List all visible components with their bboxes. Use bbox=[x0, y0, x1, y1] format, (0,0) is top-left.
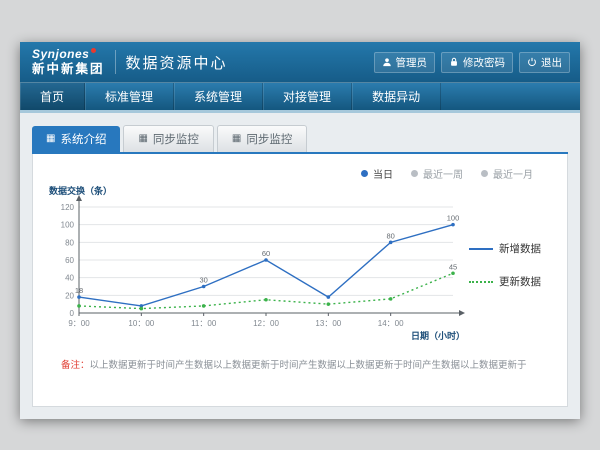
logout-label: 退出 bbox=[541, 55, 562, 70]
svg-text:10：00: 10：00 bbox=[128, 319, 154, 328]
nav-item-data-change[interactable]: 数据异动 bbox=[352, 83, 441, 110]
power-icon bbox=[527, 57, 537, 67]
svg-text:9：00: 9：00 bbox=[68, 319, 90, 328]
tab-sync-monitor-1[interactable]: ▦ 同步监控 bbox=[123, 125, 213, 152]
legend-line-sample bbox=[469, 248, 493, 250]
grid-icon: ▦ bbox=[46, 134, 55, 144]
app-window: Synjones 新中新集团 数据资源中心 管理员 修改密码 退出 首页 标准管… bbox=[20, 42, 580, 418]
logo-text-en: Synjones bbox=[32, 47, 89, 61]
brand-logo: Synjones 新中新集团 bbox=[30, 48, 105, 76]
svg-text:13：00: 13：00 bbox=[315, 319, 341, 328]
top-header: Synjones 新中新集团 数据资源中心 管理员 修改密码 退出 bbox=[20, 42, 580, 82]
svg-text:14：00: 14：00 bbox=[378, 319, 404, 328]
legend-updated-data[interactable]: 更新数据 bbox=[469, 274, 541, 289]
user-actions: 管理员 修改密码 退出 bbox=[374, 52, 571, 73]
legend-line-sample bbox=[469, 281, 493, 283]
svg-text:20: 20 bbox=[65, 291, 74, 300]
footnote-label: 备注： bbox=[61, 360, 90, 371]
change-password-button[interactable]: 修改密码 bbox=[441, 52, 513, 73]
nav-item-docking-mgmt[interactable]: 对接管理 bbox=[263, 83, 352, 110]
filter-dot bbox=[361, 170, 368, 177]
lock-icon bbox=[449, 57, 459, 67]
chart-row: 0 20 40 60 80 100 120 9：00 10：00 11：00 12：00 13：00 1… bbox=[47, 183, 553, 343]
filter-today[interactable]: 当日 bbox=[361, 166, 393, 181]
grid-icon: ▦ bbox=[232, 134, 241, 144]
filter-dot bbox=[481, 170, 488, 177]
filter-dot bbox=[411, 170, 418, 177]
nav-item-standard-mgmt[interactable]: 标准管理 bbox=[85, 83, 174, 110]
footnote: 备注：以上数据更新于时间产生数据以上数据更新于时间产生数据以上数据更新于时间产生… bbox=[47, 359, 553, 373]
svg-text:120: 120 bbox=[61, 203, 75, 212]
svg-text:60: 60 bbox=[262, 249, 270, 258]
tab-bar: ▦ 系统介绍 ▦ 同步监控 ▦ 同步监控 bbox=[32, 125, 568, 152]
svg-text:45: 45 bbox=[449, 262, 457, 271]
nav-item-home[interactable]: 首页 bbox=[20, 83, 85, 110]
svg-text:0: 0 bbox=[70, 309, 75, 318]
svg-text:40: 40 bbox=[65, 274, 74, 283]
change-password-label: 修改密码 bbox=[463, 55, 505, 70]
admin-user-button[interactable]: 管理员 bbox=[374, 52, 436, 73]
filter-last-week[interactable]: 最近一周 bbox=[411, 166, 463, 181]
nav-item-system-mgmt[interactable]: 系统管理 bbox=[174, 83, 263, 110]
svg-text:100: 100 bbox=[61, 221, 75, 230]
grid-icon: ▦ bbox=[138, 134, 147, 144]
svg-text:日期（小时）: 日期（小时） bbox=[411, 330, 465, 341]
page-title: 数据资源中心 bbox=[126, 52, 228, 73]
svg-text:80: 80 bbox=[65, 238, 74, 247]
header-divider bbox=[115, 50, 116, 74]
main-card: ▦ 系统介绍 ▦ 同步监控 ▦ 同步监控 当日 最近一周 最近一月 bbox=[32, 125, 568, 407]
chart-panel: 当日 最近一周 最近一月 0 20 40 60 80 100 120 9：00 10：00 11：… bbox=[32, 154, 568, 407]
series-legend: 新增数据 更新数据 bbox=[469, 241, 541, 289]
tab-sync-monitor-2[interactable]: ▦ 同步监控 bbox=[217, 125, 307, 152]
legend-new-data[interactable]: 新增数据 bbox=[469, 241, 541, 256]
filter-last-month[interactable]: 最近一月 bbox=[481, 166, 533, 181]
logo-accent-dot bbox=[91, 48, 96, 53]
user-icon bbox=[382, 57, 392, 67]
logout-button[interactable]: 退出 bbox=[519, 52, 570, 73]
svg-text:数据交换（条）: 数据交换（条） bbox=[49, 185, 112, 196]
tab-system-intro[interactable]: ▦ 系统介绍 bbox=[32, 126, 120, 152]
line-chart: 0 20 40 60 80 100 120 9：00 10：00 11：00 12：00 13：00 1… bbox=[47, 183, 467, 343]
content-area: ▦ 系统介绍 ▦ 同步监控 ▦ 同步监控 当日 最近一周 最近一月 bbox=[20, 113, 580, 419]
main-nav: 首页 标准管理 系统管理 对接管理 数据异动 bbox=[20, 82, 580, 110]
admin-user-label: 管理员 bbox=[396, 55, 428, 70]
svg-text:11：00: 11：00 bbox=[191, 319, 217, 328]
svg-text:30: 30 bbox=[199, 276, 207, 285]
svg-text:80: 80 bbox=[386, 231, 394, 240]
footnote-text: 以上数据更新于时间产生数据以上数据更新于时间产生数据以上数据更新于时间产生数据以… bbox=[90, 360, 527, 371]
svg-text:60: 60 bbox=[65, 256, 74, 265]
svg-text:18: 18 bbox=[75, 286, 83, 295]
time-filter-legend: 当日 最近一周 最近一月 bbox=[47, 162, 553, 183]
svg-text:100: 100 bbox=[447, 214, 460, 223]
logo-text-cn: 新中新集团 bbox=[32, 63, 105, 76]
svg-text:12：00: 12：00 bbox=[253, 319, 279, 328]
